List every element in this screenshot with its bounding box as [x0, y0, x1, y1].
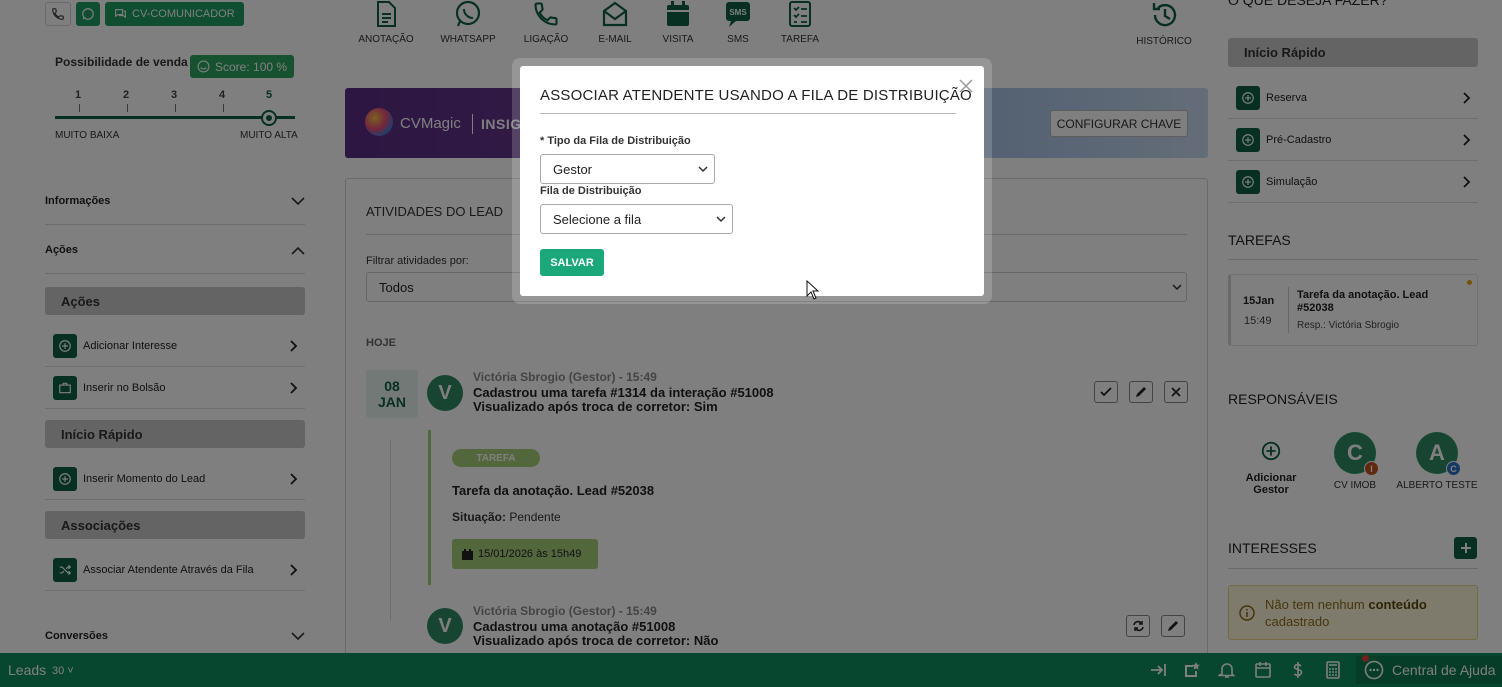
modal-title: ASSOCIAR ATENDENTE USANDO A FILA DE DIST… — [540, 87, 972, 104]
save-button[interactable]: SALVAR — [540, 249, 604, 276]
tipo-fila-label: * Tipo da Fila de Distribuição — [540, 135, 691, 147]
chevron-down-icon — [698, 165, 708, 172]
fila-distribuicao-select[interactable]: Selecione a fila — [540, 204, 733, 234]
fila-distribuicao-placeholder: Selecione a fila — [553, 211, 642, 227]
mouse-cursor-icon — [806, 280, 820, 300]
tipo-fila-select[interactable]: Gestor — [540, 154, 715, 184]
divider — [540, 113, 956, 114]
tipo-fila-value: Gestor — [553, 161, 593, 177]
fila-distribuicao-label: Fila de Distribuição — [540, 185, 642, 197]
close-icon[interactable] — [958, 78, 974, 94]
chevron-down-icon — [716, 215, 726, 222]
